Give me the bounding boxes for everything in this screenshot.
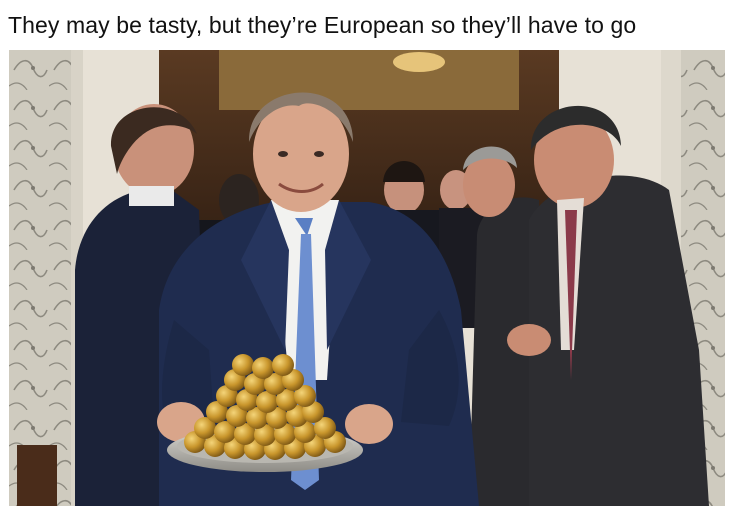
caption: They may be tasty, but they’re European … <box>8 11 637 38</box>
photo-illustration <box>9 50 725 506</box>
chandelier <box>393 52 445 72</box>
photo <box>9 50 725 506</box>
side-table <box>17 445 57 506</box>
left-wallpaper <box>9 50 71 506</box>
